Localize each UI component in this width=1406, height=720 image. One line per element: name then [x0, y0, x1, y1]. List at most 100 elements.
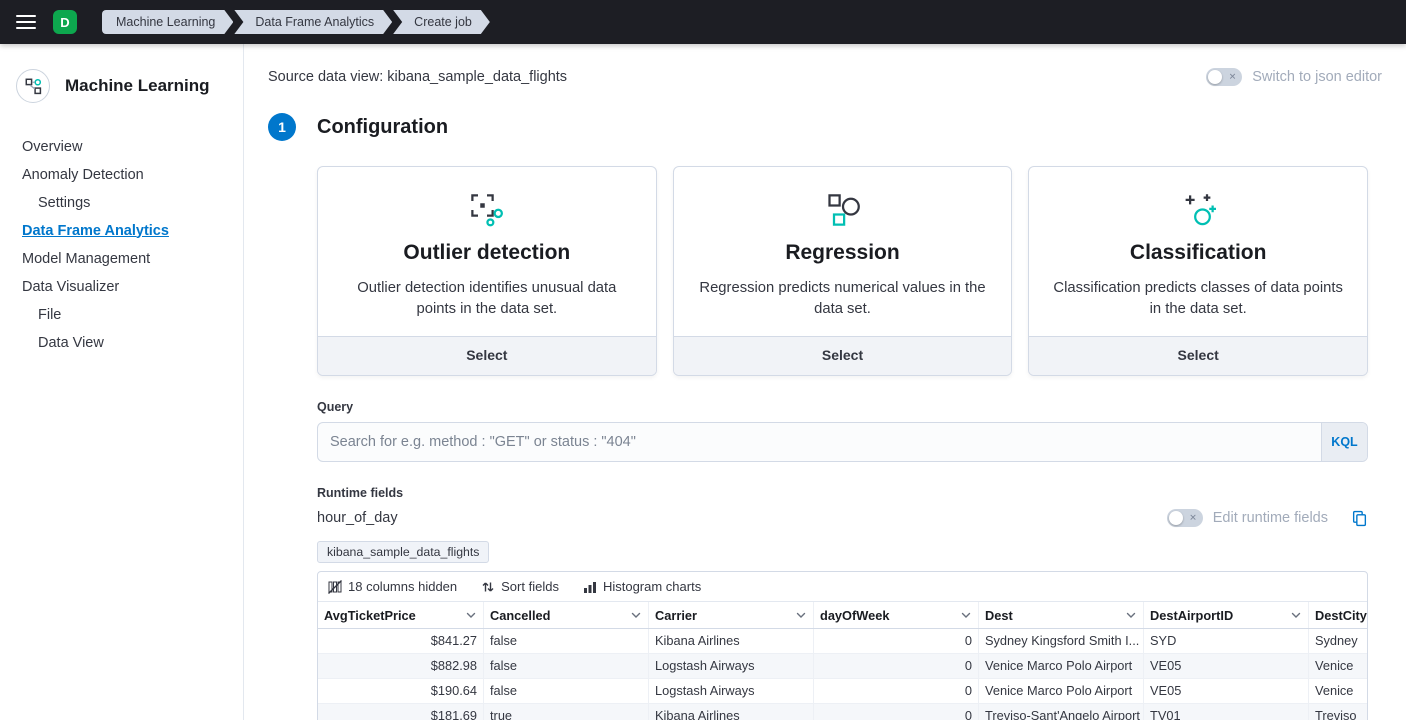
- column-header-destairportid[interactable]: DestAirportID: [1144, 602, 1309, 628]
- grid-cell[interactable]: false: [484, 679, 649, 703]
- sidebar-title: Machine Learning: [65, 76, 210, 96]
- histogram-icon: [583, 580, 597, 594]
- grid-cell[interactable]: Sydney Kingsford Smith I...: [979, 629, 1144, 653]
- grid-cell[interactable]: Sydney: [1309, 629, 1368, 653]
- column-header-label: Dest: [985, 608, 1013, 623]
- card-footer: Select: [674, 336, 1012, 375]
- data-grid-header: AvgTicketPrice Cancelled Carrier: [318, 602, 1368, 629]
- column-header-label: AvgTicketPrice: [324, 608, 416, 623]
- histogram-charts-button[interactable]: Histogram charts: [583, 579, 701, 594]
- sidebar-item-data-view[interactable]: Data View: [22, 329, 227, 357]
- sidebar-item-file[interactable]: File: [22, 301, 227, 329]
- chevron-down-icon: [1125, 609, 1137, 621]
- select-outlier-detection-button[interactable]: Select: [466, 347, 507, 363]
- select-regression-button[interactable]: Select: [822, 347, 863, 363]
- table-row: $882.98 false Logstash Airways 0 Venice …: [318, 654, 1368, 679]
- column-header-label: DestAirportID: [1150, 608, 1233, 623]
- runtime-fields-label: Runtime fields: [317, 486, 1368, 500]
- runtime-fields-row: hour_of_day ✕ Edit runtime fields: [317, 509, 1368, 527]
- column-header-destcityname[interactable]: DestCityName: [1309, 602, 1368, 628]
- grid-cell[interactable]: VE05: [1144, 679, 1309, 703]
- sort-fields-label: Sort fields: [501, 579, 559, 594]
- edit-runtime-fields-toggle[interactable]: ✕: [1167, 509, 1203, 527]
- sidebar-item-anomaly-detection[interactable]: Anomaly Detection: [22, 161, 227, 189]
- grid-cell[interactable]: Logstash Airways: [649, 654, 814, 678]
- columns-hidden-button[interactable]: 18 columns hidden: [328, 579, 457, 594]
- histogram-charts-label: Histogram charts: [603, 579, 701, 594]
- card-title: Regression: [698, 241, 988, 265]
- chevron-down-icon: [465, 609, 477, 621]
- runtime-controls: ✕ Edit runtime fields: [1167, 509, 1368, 527]
- card-description: Classification predicts classes of data …: [1053, 278, 1343, 321]
- json-editor-toggle[interactable]: ✕: [1206, 68, 1242, 86]
- main-content: Source data view: kibana_sample_data_fli…: [244, 44, 1406, 720]
- query-bar: KQL: [317, 422, 1368, 462]
- grid-cell[interactable]: 0: [814, 679, 979, 703]
- grid-cell[interactable]: Venice: [1309, 679, 1368, 703]
- grid-cell[interactable]: Venice Marco Polo Airport: [979, 654, 1144, 678]
- space-avatar[interactable]: D: [53, 10, 77, 34]
- breadcrumb-machine-learning[interactable]: Machine Learning: [102, 10, 233, 34]
- column-header-dayofweek[interactable]: dayOfWeek: [814, 602, 979, 628]
- source-row: Source data view: kibana_sample_data_fli…: [268, 68, 1382, 86]
- copy-button[interactable]: [1351, 510, 1368, 527]
- page-title: Configuration: [317, 116, 448, 139]
- grid-cell[interactable]: $181.69: [318, 704, 484, 720]
- column-header-cancelled[interactable]: Cancelled: [484, 602, 649, 628]
- grid-cell[interactable]: SYD: [1144, 629, 1309, 653]
- column-header-avgticketprice[interactable]: AvgTicketPrice: [318, 602, 484, 628]
- data-grid: AvgTicketPrice Cancelled Carrier: [318, 602, 1368, 720]
- grid-cell[interactable]: Venice Marco Polo Airport: [979, 679, 1144, 703]
- step-number-badge: 1: [268, 113, 296, 141]
- card-body: Classification Classification predicts c…: [1029, 167, 1367, 336]
- grid-cell[interactable]: true: [484, 704, 649, 720]
- sidebar-item-data-frame-analytics[interactable]: Data Frame Analytics: [22, 217, 227, 245]
- sort-icon: [481, 580, 495, 594]
- column-header-dest[interactable]: Dest: [979, 602, 1144, 628]
- grid-cell[interactable]: $190.64: [318, 679, 484, 703]
- grid-cell[interactable]: Venice: [1309, 654, 1368, 678]
- sidebar-item-data-visualizer[interactable]: Data Visualizer: [22, 273, 227, 301]
- grid-cell[interactable]: TV01: [1144, 704, 1309, 720]
- runtime-field-name: hour_of_day: [317, 510, 398, 526]
- grid-cell[interactable]: $841.27: [318, 629, 484, 653]
- grid-cell[interactable]: $882.98: [318, 654, 484, 678]
- grid-cell[interactable]: 0: [814, 704, 979, 720]
- grid-cell[interactable]: VE05: [1144, 654, 1309, 678]
- index-name-badge: kibana_sample_data_flights: [317, 541, 489, 563]
- toggle-knob: [1169, 511, 1183, 525]
- classification-icon: [1053, 191, 1343, 229]
- grid-cell[interactable]: false: [484, 654, 649, 678]
- clipboard-icon: [1351, 510, 1368, 527]
- column-header-label: Carrier: [655, 608, 697, 623]
- breadcrumb-data-frame-analytics[interactable]: Data Frame Analytics: [234, 10, 392, 34]
- card-title: Classification: [1053, 241, 1343, 265]
- grid-cell[interactable]: Treviso: [1309, 704, 1368, 720]
- grid-cell[interactable]: 0: [814, 629, 979, 653]
- table-row: $841.27 false Kibana Airlines 0 Sydney K…: [318, 629, 1368, 654]
- select-classification-button[interactable]: Select: [1178, 347, 1219, 363]
- sidebar-item-settings[interactable]: Settings: [22, 189, 227, 217]
- configuration-step-header: 1 Configuration: [268, 113, 1382, 141]
- menu-button[interactable]: [16, 15, 36, 29]
- query-input[interactable]: [318, 423, 1321, 461]
- sidebar-item-overview[interactable]: Overview: [22, 133, 227, 161]
- sort-fields-button[interactable]: Sort fields: [481, 579, 559, 594]
- table-row: $190.64 false Logstash Airways 0 Venice …: [318, 679, 1368, 704]
- column-header-label: Cancelled: [490, 608, 550, 623]
- query-label: Query: [317, 400, 1368, 414]
- grid-cell[interactable]: Logstash Airways: [649, 679, 814, 703]
- grid-cell[interactable]: false: [484, 629, 649, 653]
- grid-cell[interactable]: 0: [814, 654, 979, 678]
- configuration-form: Outlier detection Outlier detection iden…: [317, 166, 1368, 720]
- grid-cell[interactable]: Kibana Airlines: [649, 704, 814, 720]
- column-header-carrier[interactable]: Carrier: [649, 602, 814, 628]
- kql-language-button[interactable]: KQL: [1321, 423, 1367, 461]
- chevron-down-icon: [630, 609, 642, 621]
- hamburger-icon: [16, 27, 36, 29]
- classification-card: Classification Classification predicts c…: [1028, 166, 1368, 376]
- sidebar-item-model-management[interactable]: Model Management: [22, 245, 227, 273]
- column-header-label: dayOfWeek: [820, 608, 889, 623]
- grid-cell[interactable]: Kibana Airlines: [649, 629, 814, 653]
- grid-cell[interactable]: Treviso-Sant'Angelo Airport: [979, 704, 1144, 720]
